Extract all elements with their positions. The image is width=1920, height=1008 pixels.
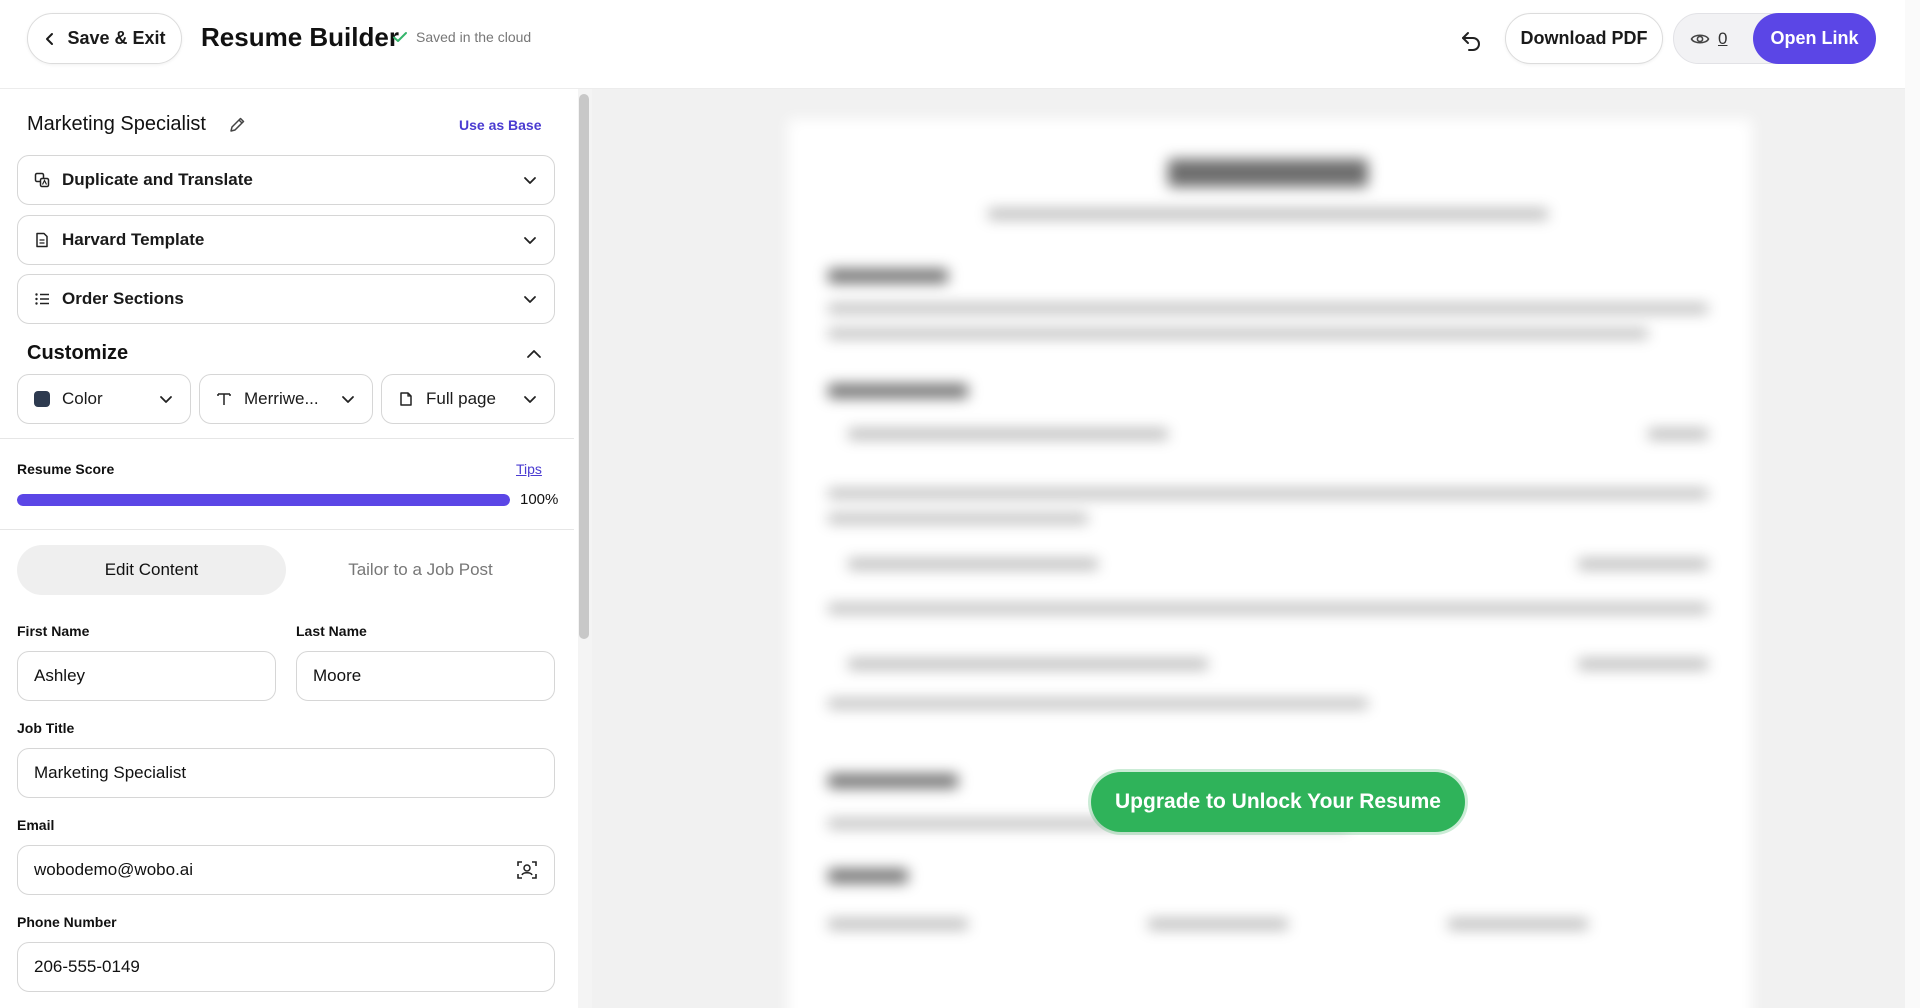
blurred-line	[828, 489, 1708, 498]
chevron-up-icon[interactable]	[524, 344, 544, 364]
chevron-left-icon	[46, 32, 54, 45]
color-swatch	[34, 391, 50, 407]
last-name-label: Last Name	[296, 623, 367, 639]
undo-icon	[1462, 32, 1480, 51]
chevron-down-icon	[524, 237, 536, 244]
blurred-line	[1148, 919, 1288, 929]
open-link-button[interactable]: Open Link	[1753, 13, 1876, 64]
job-title-field[interactable]: Marketing Specialist	[17, 748, 555, 798]
phone-label: Phone Number	[17, 914, 117, 930]
blurred-line	[828, 269, 948, 283]
email-value: wobodemo@wobo.ai	[34, 860, 194, 879]
blurred-line	[828, 514, 1088, 523]
blurred-line	[1168, 159, 1368, 187]
font-icon	[217, 393, 231, 405]
chevron-down-icon	[160, 396, 172, 403]
save-exit-label: Save & Exit	[67, 28, 166, 48]
blurred-resume-page	[788, 119, 1752, 1008]
resume-name-text: Marketing Specialist	[27, 113, 206, 135]
blurred-line	[828, 869, 908, 883]
chevron-down-icon	[524, 396, 536, 403]
accordion-label: Harvard Template	[62, 230, 205, 249]
font-dropdown-label: Merriwe...	[244, 389, 319, 408]
customize-heading: Customize	[27, 342, 129, 364]
blurred-line	[828, 604, 1708, 613]
use-as-base-link[interactable]: Use as Base	[459, 117, 542, 133]
blurred-line	[848, 429, 1168, 439]
top-bar: Save & Exit Resume Builder Saved in the …	[0, 0, 1905, 89]
translate-icon	[34, 172, 50, 188]
page-title: Resume Builder	[201, 22, 399, 52]
blurred-line	[1578, 659, 1708, 669]
duplicate-translate-accordion[interactable]: Duplicate and Translate	[17, 155, 555, 205]
blurred-line	[828, 384, 968, 398]
resume-score-percent: 100%	[520, 491, 559, 508]
check-icon	[393, 32, 407, 42]
job-title-label: Job Title	[17, 720, 75, 736]
list-icon	[35, 293, 49, 305]
blurred-line	[1448, 919, 1588, 929]
editor-tabs: Edit Content Tailor to a Job Post	[17, 545, 555, 595]
saved-status: Saved in the cloud	[392, 29, 531, 45]
blurred-line	[828, 774, 958, 788]
views-count: 0	[1718, 28, 1728, 48]
resume-score-bar	[17, 494, 510, 506]
email-label: Email	[17, 817, 55, 833]
tab-edit-content[interactable]: Edit Content	[17, 545, 286, 595]
saved-status-text: Saved in the cloud	[416, 29, 532, 45]
pencil-icon[interactable]	[228, 116, 246, 134]
contact-scan-icon[interactable]	[516, 859, 538, 881]
resume-score-fill	[17, 494, 510, 506]
share-group: 0 Open Link	[1673, 13, 1876, 64]
blurred-line	[988, 209, 1548, 219]
template-accordion[interactable]: Harvard Template	[17, 215, 555, 265]
chevron-down-icon	[524, 296, 536, 303]
chevron-down-icon	[342, 396, 354, 403]
blurred-line	[828, 919, 968, 929]
tips-link[interactable]: Tips	[516, 461, 542, 477]
first-name-field[interactable]: Ashley	[17, 651, 276, 701]
email-field[interactable]: wobodemo@wobo.ai	[17, 845, 555, 895]
accordion-label: Order Sections	[62, 289, 184, 308]
tab-tailor-job-post[interactable]: Tailor to a Job Post	[286, 545, 555, 595]
blurred-line	[848, 559, 1098, 569]
blurred-line	[828, 329, 1648, 338]
font-dropdown[interactable]: Merriwe...	[199, 374, 373, 424]
blurred-line	[1648, 429, 1708, 439]
page-size-label: Full page	[426, 389, 496, 408]
last-name-field[interactable]: Moore	[296, 651, 555, 701]
save-exit-button[interactable]: Save & Exit	[27, 13, 182, 64]
eye-icon	[1690, 33, 1710, 44]
divider	[0, 438, 574, 439]
document-icon	[36, 232, 48, 248]
views-counter[interactable]: 0	[1690, 14, 1727, 63]
order-sections-accordion[interactable]: Order Sections	[17, 274, 555, 324]
page-icon	[400, 392, 412, 406]
blurred-line	[828, 304, 1708, 313]
sidebar-scrollbar[interactable]	[579, 94, 589, 639]
chevron-down-icon	[524, 177, 536, 184]
upgrade-button[interactable]: Upgrade to Unlock Your Resume	[1091, 772, 1465, 832]
download-pdf-button[interactable]: Download PDF	[1505, 13, 1663, 64]
color-dropdown[interactable]: Color	[17, 374, 191, 424]
resume-preview	[592, 89, 1905, 1008]
page-size-dropdown[interactable]: Full page	[381, 374, 555, 424]
blurred-line	[1578, 559, 1708, 569]
blurred-line	[828, 699, 1368, 708]
color-dropdown-label: Color	[62, 389, 103, 408]
divider	[0, 529, 574, 530]
undo-button[interactable]	[1455, 24, 1487, 56]
resume-score-label: Resume Score	[17, 461, 115, 477]
phone-field[interactable]: 206-555-0149	[17, 942, 555, 992]
first-name-label: First Name	[17, 623, 90, 639]
blurred-line	[848, 659, 1208, 669]
resume-name: Marketing Specialist	[27, 113, 246, 136]
window-edge	[1905, 0, 1920, 1008]
accordion-label: Duplicate and Translate	[62, 170, 253, 189]
